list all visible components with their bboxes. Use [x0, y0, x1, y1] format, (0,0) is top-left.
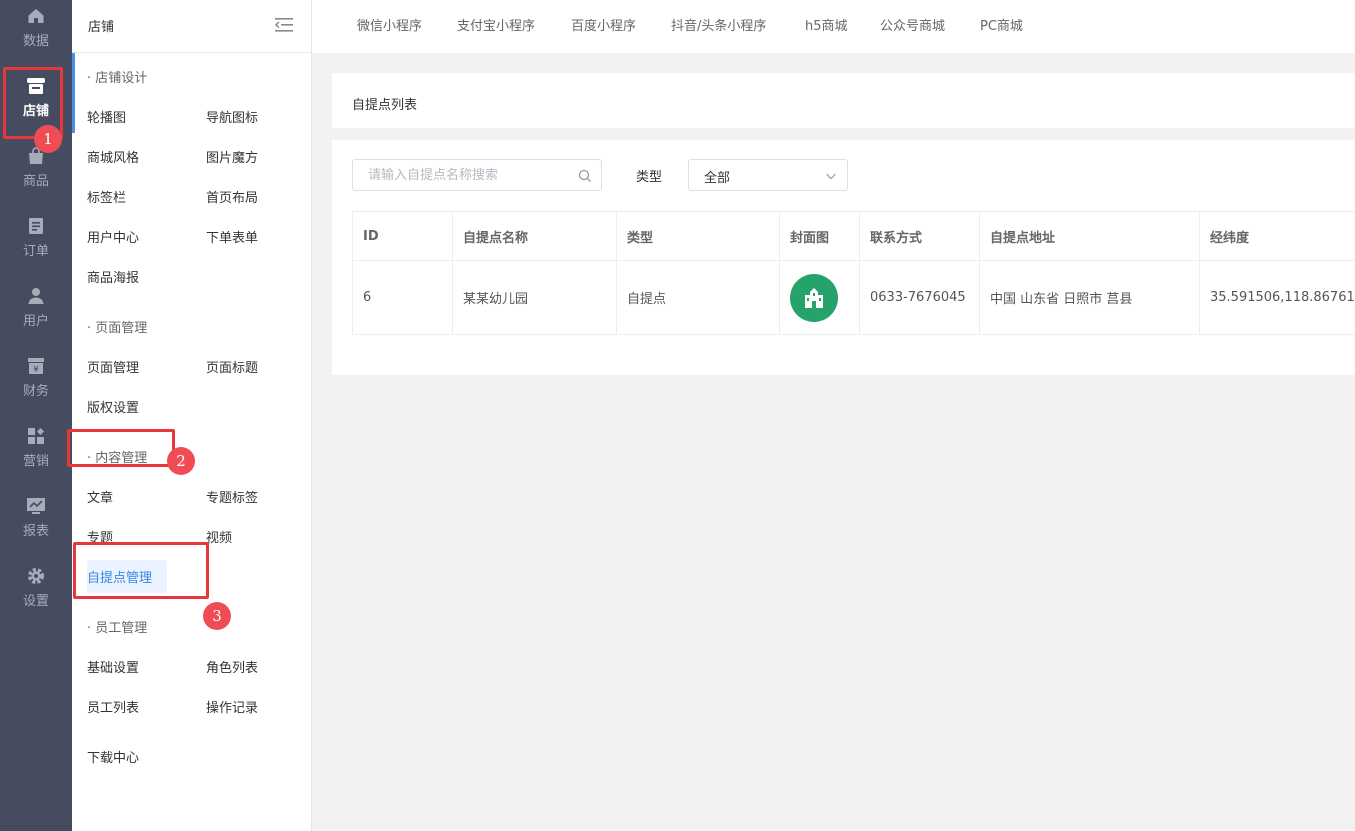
tab-douyin-mini[interactable]: 抖音/头条小程序 [671, 15, 766, 34]
submenu-item-operation-log[interactable]: 操作记录 [206, 697, 258, 716]
tab-pc[interactable]: PC商城 [980, 15, 1023, 34]
page-title: 自提点列表 [352, 98, 418, 113]
col-header-type[interactable]: 类型 [616, 211, 780, 261]
cell-name: 某某幼儿园 [452, 260, 617, 335]
svg-text:¥: ¥ [33, 365, 39, 375]
cell-type: 自提点 [616, 260, 780, 335]
school-icon [805, 287, 823, 308]
submenu-title: 店铺 [88, 20, 115, 35]
col-header-id[interactable]: ID [352, 211, 453, 261]
rail-item-goods[interactable]: 商品 [0, 140, 72, 210]
submenu-item-page-title[interactable]: 页面标题 [206, 357, 258, 376]
submenu-item-mall-style[interactable]: 商城风格 [87, 147, 139, 166]
cover-image[interactable] [790, 273, 838, 322]
gear-icon [26, 566, 46, 586]
rail-item-orders[interactable]: 订单 [0, 210, 72, 280]
home-icon [26, 6, 46, 26]
section-title-pages: · 页面管理 [87, 321, 148, 336]
col-header-coords[interactable]: 经纬度 [1199, 211, 1355, 261]
rail-item-finance[interactable]: ¥ 财务 [0, 350, 72, 420]
annotation-badge-1: 1 [34, 125, 62, 153]
submenu-item-copyright[interactable]: 版权设置 [87, 397, 139, 416]
marketing-icon [26, 426, 46, 446]
section-title-staff: · 员工管理 [87, 621, 148, 636]
report-icon [26, 496, 46, 516]
rail-label: 报表 [22, 524, 49, 539]
tab-official-account[interactable]: 公众号商城 [880, 15, 945, 34]
rail-label: 设置 [22, 594, 49, 609]
submenu-item-tabbar[interactable]: 标签栏 [87, 187, 126, 206]
search-input[interactable] [353, 160, 563, 190]
finance-icon: ¥ [26, 356, 46, 376]
table-row[interactable]: 6 某某幼儿园 自提点 0633-7676045 中国 山东省 日照市 莒县 3… [352, 260, 1355, 335]
submenu-item-topic-tag[interactable]: 专题标签 [206, 487, 258, 506]
rail-label: 订单 [22, 244, 49, 259]
cell-contact: 0633-7676045 [859, 260, 980, 335]
submenu-item-video[interactable]: 视频 [206, 527, 232, 546]
cell-cover [779, 260, 860, 335]
rail-label: 商品 [22, 174, 49, 189]
chevron-down-icon [825, 170, 837, 182]
order-icon [26, 216, 46, 236]
submenu-item-user-center[interactable]: 用户中心 [87, 227, 139, 246]
submenu-item-banner[interactable]: 轮播图 [87, 107, 126, 126]
col-header-name[interactable]: 自提点名称 [452, 211, 617, 261]
tab-baidu-mini[interactable]: 百度小程序 [571, 15, 636, 34]
submenu-item-role-list[interactable]: 角色列表 [206, 657, 258, 676]
col-header-address[interactable]: 自提点地址 [979, 211, 1200, 261]
cell-id: 6 [352, 260, 453, 335]
submenu-item-page-manage[interactable]: 页面管理 [87, 357, 139, 376]
rail-item-marketing[interactable]: 营销 [0, 420, 72, 490]
submenu-item-home-layout[interactable]: 首页布局 [206, 187, 258, 206]
cell-address: 中国 山东省 日照市 莒县 [979, 260, 1200, 335]
rail-label: 用户 [22, 314, 49, 329]
cell-coords: 35.591506,118.867613 [1199, 260, 1355, 335]
table-header-row: ID 自提点名称 类型 封面图 联系方式 自提点地址 经纬度 [352, 211, 1355, 261]
submenu-item-order-form[interactable]: 下单表单 [206, 227, 258, 246]
annotation-box-3 [73, 542, 209, 599]
col-header-contact[interactable]: 联系方式 [859, 211, 980, 261]
submenu-header: 店铺 [72, 0, 311, 53]
submenu-item-staff-list[interactable]: 员工列表 [87, 697, 139, 716]
rail-label: 数据 [22, 34, 49, 49]
rail-item-report[interactable]: 报表 [0, 490, 72, 560]
tab-alipay-mini[interactable]: 支付宝小程序 [457, 15, 535, 34]
submenu-item-nav-icon[interactable]: 导航图标 [206, 107, 258, 126]
pickup-table: ID 自提点名称 类型 封面图 联系方式 自提点地址 经纬度 6 某某幼儿园 自… [352, 211, 1355, 335]
search-box [352, 159, 602, 191]
pickup-list-card: 类型 全部 ID 自提点名称 类型 封面图 联系方式 自提点地址 经纬度 6 某… [332, 140, 1355, 375]
store-submenu: 店铺 · 店铺设计 轮播图 导航图标 商城风格 图片魔方 标签栏 首页布局 用户… [72, 0, 312, 831]
submenu-item-goods-poster[interactable]: 商品海报 [87, 267, 139, 286]
rail-label: 营销 [22, 454, 49, 469]
section-title-design: · 店铺设计 [87, 71, 148, 86]
page-header-card: 自提点列表 [332, 73, 1355, 128]
rail-item-users[interactable]: 用户 [0, 280, 72, 350]
col-header-cover[interactable]: 封面图 [779, 211, 860, 261]
submenu-item-download-center[interactable]: 下载中心 [87, 747, 139, 766]
menu-collapse-icon[interactable] [274, 17, 293, 33]
type-select-value: 全部 [704, 171, 731, 186]
user-icon [26, 286, 46, 306]
rail-item-settings[interactable]: 设置 [0, 560, 72, 630]
rail-label: 财务 [22, 384, 49, 399]
submenu-item-article[interactable]: 文章 [87, 487, 113, 506]
submenu-item-image-cube[interactable]: 图片魔方 [206, 147, 258, 166]
annotation-badge-3: 3 [203, 602, 231, 630]
submenu-item-basic-settings[interactable]: 基础设置 [87, 657, 139, 676]
type-filter-label: 类型 [636, 170, 663, 185]
platform-tabs-bar: 微信小程序 支付宝小程序 百度小程序 抖音/头条小程序 h5商城 公众号商城 P… [312, 0, 1355, 53]
search-icon[interactable] [578, 169, 592, 183]
rail-item-data[interactable]: 数据 [0, 0, 72, 70]
active-section-indicator [72, 53, 75, 133]
annotation-badge-2: 2 [167, 447, 195, 475]
tab-h5[interactable]: h5商城 [805, 15, 848, 34]
type-select[interactable]: 全部 [688, 159, 848, 191]
annotation-box-2 [67, 429, 175, 467]
tab-wechat-mini[interactable]: 微信小程序 [357, 15, 422, 34]
